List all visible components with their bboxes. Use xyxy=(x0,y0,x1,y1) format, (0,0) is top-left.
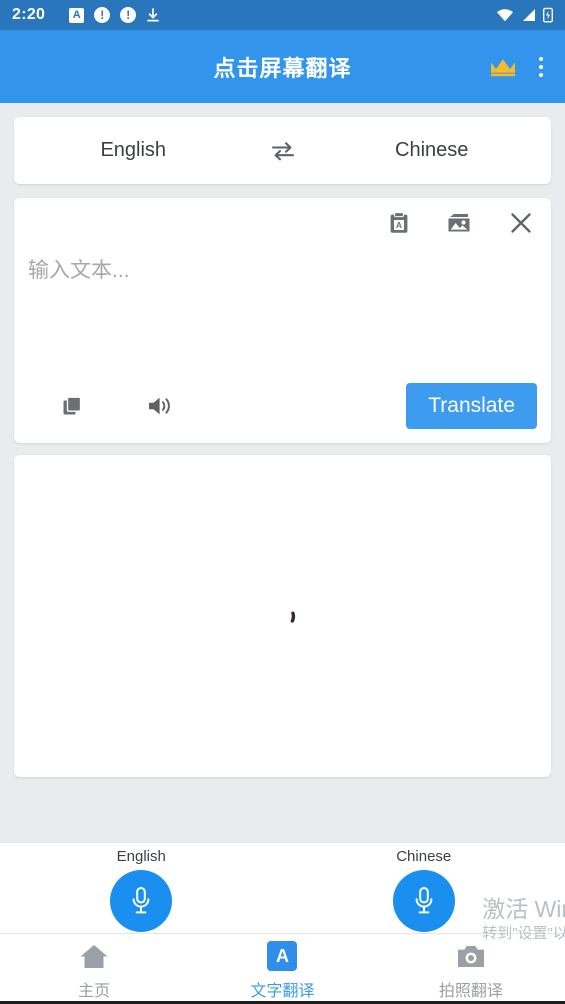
camera-icon xyxy=(456,941,486,971)
speaker-icon[interactable] xyxy=(116,395,204,417)
image-picker-icon[interactable] xyxy=(447,213,471,238)
exclamation-circle-icon: ! xyxy=(94,7,111,23)
signal-icon xyxy=(521,8,536,22)
close-icon[interactable] xyxy=(509,211,533,240)
mic-source: English xyxy=(0,843,283,932)
phone-screen: 2:20 A ! ! 点击屏幕翻译 English Chinese A 输入文本… xyxy=(0,0,565,1004)
nav-item-text-translate[interactable]: A 文字翻译 xyxy=(188,937,376,1001)
mic-target: Chinese xyxy=(283,843,565,932)
text-input-card: A 输入文本... Translate xyxy=(14,198,551,443)
mic-source-button[interactable] xyxy=(110,870,173,932)
voice-input-panel: English Chinese xyxy=(0,842,565,933)
exclamation-circle-icon: ! xyxy=(120,7,137,23)
status-bar-clock: 2:20 xyxy=(12,6,46,23)
text-input-field[interactable]: 输入文本... xyxy=(28,242,537,381)
status-bar-right xyxy=(496,7,553,23)
nav-label-photo-translate: 拍照翻译 xyxy=(438,983,503,1000)
text-translate-icon-letter: A xyxy=(267,941,298,971)
status-bar: 2:20 A ! ! xyxy=(0,0,565,30)
nav-label-home: 主页 xyxy=(78,983,111,1000)
translation-result-card xyxy=(14,455,551,777)
svg-text:A: A xyxy=(396,220,402,230)
translate-button[interactable]: Translate xyxy=(406,383,537,429)
a-badge-icon: A xyxy=(69,7,85,23)
microphone-icon xyxy=(415,887,433,914)
mic-target-button[interactable] xyxy=(392,870,455,932)
app-bar: 点击屏幕翻译 xyxy=(0,30,565,103)
loading-spinner-icon xyxy=(270,603,296,629)
microphone-icon xyxy=(132,887,150,914)
wifi-icon xyxy=(496,8,514,22)
target-language-button[interactable]: Chinese xyxy=(313,139,552,162)
input-card-toolbar: A xyxy=(28,208,537,242)
swap-horizontal-icon[interactable] xyxy=(253,140,313,162)
input-card-footer: Translate xyxy=(28,381,537,431)
nav-item-home[interactable]: 主页 xyxy=(0,937,188,1001)
home-icon xyxy=(79,941,109,971)
language-selector-bar: English Chinese xyxy=(14,117,551,184)
nav-label-text-translate: 文字翻译 xyxy=(250,983,315,1000)
text-translate-icon: A xyxy=(267,941,298,971)
page-title: 点击屏幕翻译 xyxy=(213,55,352,81)
battery-icon xyxy=(543,7,553,23)
download-icon xyxy=(146,7,160,23)
source-language-button[interactable]: English xyxy=(14,139,253,162)
nav-item-photo-translate[interactable]: 拍照翻译 xyxy=(377,937,565,1001)
main-content: English Chinese A 输入文本... Translate xyxy=(0,103,565,842)
text-input-placeholder: 输入文本... xyxy=(28,259,130,282)
clipboard-paste-icon[interactable]: A xyxy=(389,211,409,239)
bottom-navigation: 主页 A 文字翻译 拍照翻译 xyxy=(0,933,565,1004)
mic-target-label: Chinese xyxy=(396,848,452,865)
app-bar-actions xyxy=(489,53,549,81)
status-bar-left: 2:20 A ! ! xyxy=(12,6,496,24)
mic-source-label: English xyxy=(116,848,166,865)
crown-icon[interactable] xyxy=(489,56,517,78)
copy-icon[interactable] xyxy=(28,396,116,416)
more-vertical-icon[interactable] xyxy=(533,53,549,81)
